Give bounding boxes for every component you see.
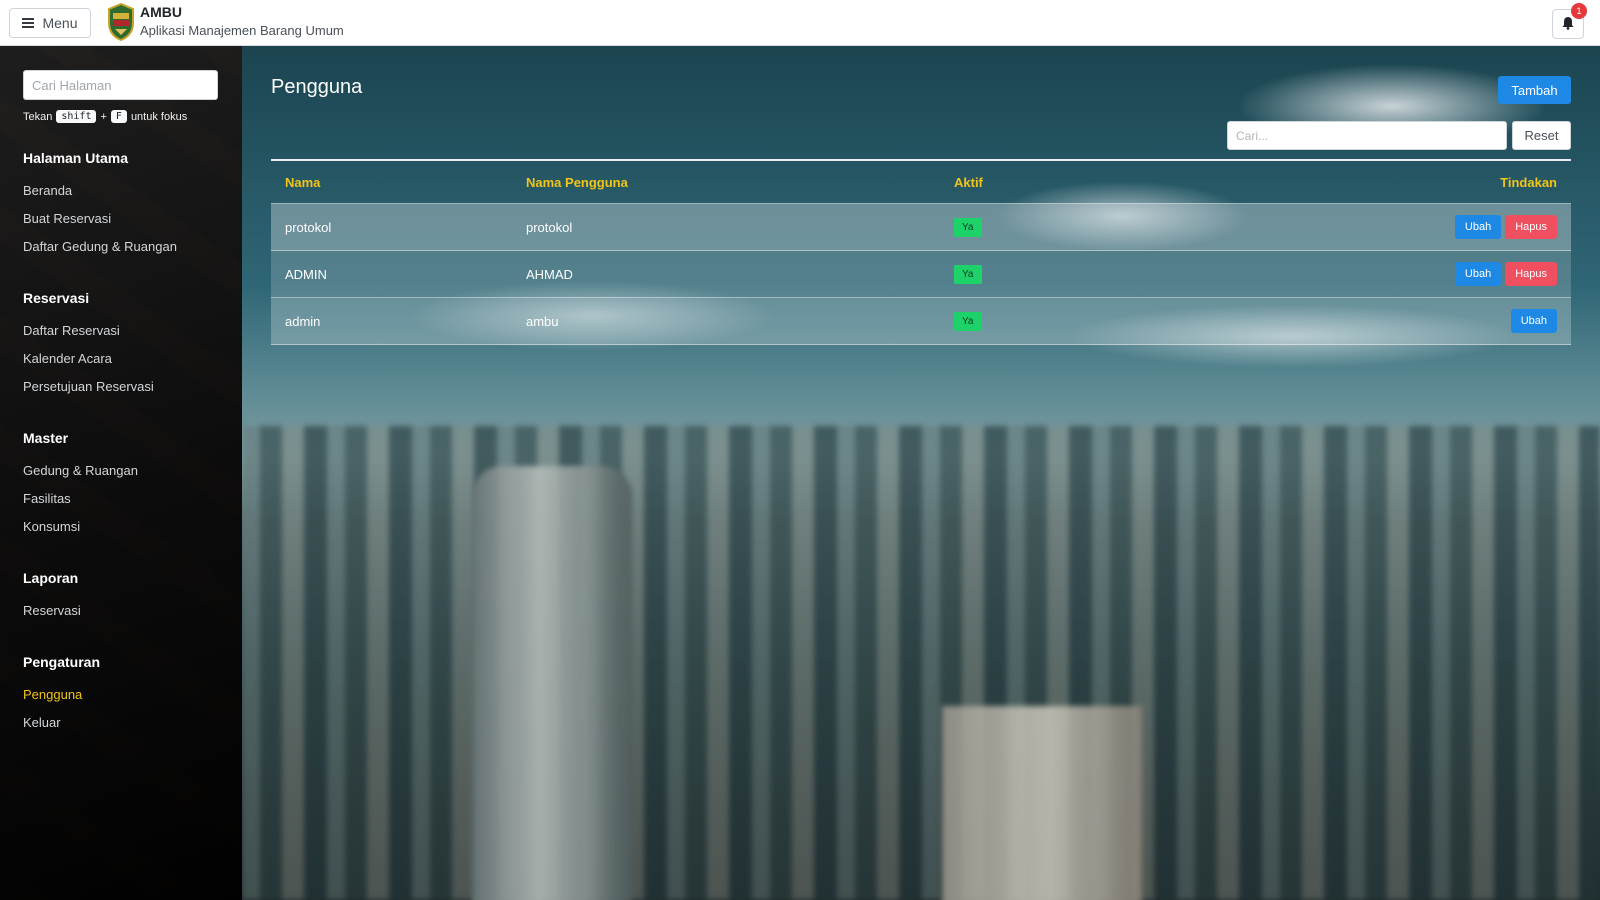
page-title: Pengguna [271,76,363,98]
menu-label: Menu [42,15,78,31]
sidebar-item-kalender-acara[interactable]: Kalender Acara [23,348,154,376]
sidebar-section-title: Reservasi [23,290,90,306]
hint-prefix: Tekan [23,110,53,123]
sidebar-item-buat-reservasi[interactable]: Buat Reservasi [23,208,177,236]
sidebar-section-title: Pengaturan [23,654,101,670]
status-badge: Ya [954,264,982,284]
sidebar-section-title: Halaman Utama [23,150,129,166]
sidebar-item-daftar-reservasi[interactable]: Daftar Reservasi [23,320,154,348]
sidebar-item-gedung-ruangan[interactable]: Gedung & Ruangan [23,460,138,488]
app-subtitle: Aplikasi Manajemen Barang Umum [140,23,344,38]
shift-key: shift [56,110,97,123]
delete-button[interactable]: Hapus [1505,262,1557,286]
row-actions: Ubah Hapus [1254,215,1571,239]
column-header-tindakan: Tindakan [1500,174,1557,190]
table-row: ADMIN AHMAD Ya Ubah Hapus [271,251,1571,298]
edit-button[interactable]: Ubah [1454,262,1502,286]
status-badge: Ya [954,311,982,331]
sidebar-section-master: Master Gedung & Ruangan Fasilitas Konsum… [23,430,138,544]
top-bar: Menu AMBU Aplikasi Manajemen Barang Umum… [0,0,1600,46]
sidebar-item-konsumsi[interactable]: Konsumsi [23,516,138,544]
cell-username: protokol [526,219,573,235]
status-badge: Ya [954,217,982,237]
edit-button[interactable]: Ubah [1510,309,1557,333]
sidebar-section-laporan: Laporan Reservasi [23,570,81,628]
sidebar-item-pengguna[interactable]: Pengguna [23,684,100,712]
cell-username: ambu [526,313,559,329]
row-actions: Ubah Hapus [1254,262,1571,286]
hint-plus: + [100,110,107,123]
sidebar: Tekan shift + F untuk fokus Halaman Utam… [0,46,242,900]
f-key: F [110,110,127,123]
column-header-aktif: Aktif [954,174,983,190]
cell-nama: ADMIN [285,266,327,282]
sidebar-item-daftar-gedung-ruangan[interactable]: Daftar Gedung & Ruangan [23,236,177,264]
bell-icon [1561,16,1575,33]
notification-badge: 1 [1571,3,1587,19]
cell-nama: admin [285,313,321,329]
sidebar-item-beranda[interactable]: Beranda [23,180,177,208]
app-logo [106,2,136,42]
row-actions: Ubah [1254,309,1571,333]
hint-suffix: untuk fokus [130,110,188,123]
column-header-nama: Nama [285,174,321,190]
sidebar-item-fasilitas[interactable]: Fasilitas [23,488,138,516]
cell-username: AHMAD [526,266,573,282]
brand: AMBU Aplikasi Manajemen Barang Umum [140,4,344,42]
search-shortcut-hint: Tekan shift + F untuk fokus [23,110,187,123]
table-row: admin ambu Ya Ubah [271,298,1571,345]
sidebar-section-title: Laporan [23,570,79,586]
sidebar-section-halaman-utama: Halaman Utama Beranda Buat Reservasi Daf… [23,150,177,264]
cell-nama: protokol [285,219,332,235]
users-table: Nama Nama Pengguna Aktif Tindakan protok… [271,159,1571,345]
table-header: Nama Nama Pengguna Aktif Tindakan [271,161,1571,204]
reset-button[interactable]: Reset [1512,121,1571,150]
app-title: AMBU [140,4,182,20]
add-user-button[interactable]: Tambah [1498,76,1571,104]
hamburger-icon [22,18,35,28]
column-header-nama-pengguna: Nama Pengguna [526,174,628,190]
sidebar-section-pengaturan: Pengaturan Pengguna Keluar [23,654,100,740]
table-row: protokol protokol Ya Ubah Hapus [271,204,1571,251]
sidebar-item-keluar[interactable]: Keluar [23,712,100,740]
edit-button[interactable]: Ubah [1454,215,1502,239]
table-search-input[interactable] [1227,121,1507,150]
sidebar-item-persetujuan-reservasi[interactable]: Persetujuan Reservasi [23,376,154,404]
delete-button[interactable]: Hapus [1505,215,1557,239]
sidebar-item-laporan-reservasi[interactable]: Reservasi [23,600,81,628]
sidebar-search-input[interactable] [23,70,218,100]
sidebar-section-reservasi: Reservasi Daftar Reservasi Kalender Acar… [23,290,154,404]
menu-button[interactable]: Menu [9,8,91,38]
sidebar-section-title: Master [23,430,69,446]
